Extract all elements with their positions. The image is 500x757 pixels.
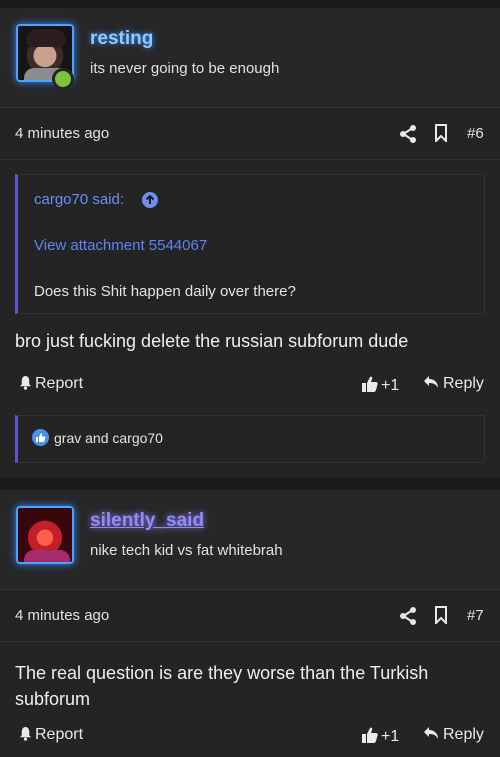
post-meta-row: 4 minutes ago #6 — [0, 108, 500, 160]
bookmark-icon[interactable] — [434, 606, 448, 624]
quote-author[interactable]: cargo70 said: — [34, 191, 124, 208]
like-badge-icon — [32, 429, 49, 446]
reply-icon — [424, 376, 438, 388]
report-label: Report — [35, 726, 84, 743]
bell-icon — [19, 726, 32, 741]
thumbs-up-icon — [362, 376, 378, 392]
online-status-dot — [52, 68, 74, 90]
like-button[interactable]: +1 — [361, 375, 399, 395]
avatar[interactable] — [16, 506, 74, 564]
share-icon[interactable] — [398, 124, 418, 144]
reply-button[interactable]: Reply — [423, 726, 484, 744]
quote-block: cargo70 said: View attachment 5544067 Do… — [15, 174, 485, 314]
arrow-up-circle-icon[interactable] — [142, 192, 158, 208]
timestamp[interactable]: 4 minutes ago — [15, 607, 109, 624]
bell-icon — [19, 375, 32, 390]
post-7: silently_said nike tech kid vs fat white… — [0, 490, 500, 757]
post-author-block: resting its never going to be enough — [0, 8, 500, 108]
reply-icon — [424, 727, 438, 739]
report-label: Report — [35, 375, 84, 392]
reply-label: Reply — [443, 726, 484, 743]
reply-button[interactable]: Reply — [423, 375, 484, 393]
report-button[interactable]: Report — [18, 375, 83, 393]
reactions-text: grav and cargo70 — [54, 430, 163, 446]
post-message: bro just fucking delete the russian subf… — [15, 331, 409, 351]
avatar-hair — [26, 29, 66, 47]
quote-text: Does this Shit happen daily over there? — [34, 283, 296, 300]
post-author-block: silently_said nike tech kid vs fat white… — [0, 490, 500, 590]
post-number[interactable]: #6 — [467, 125, 484, 142]
bookmark-icon[interactable] — [434, 124, 448, 142]
like-count: +1 — [381, 377, 400, 394]
report-button[interactable]: Report — [18, 726, 83, 744]
username-link[interactable]: silently_said — [90, 510, 204, 532]
username-link[interactable]: resting — [90, 28, 153, 50]
like-button[interactable]: +1 — [361, 726, 399, 746]
post-meta-row: 4 minutes ago #7 — [0, 590, 500, 642]
post-message: The real question is are they worse than… — [15, 663, 429, 709]
reply-label: Reply — [443, 375, 484, 392]
user-title: its never going to be enough — [90, 60, 280, 77]
share-icon[interactable] — [398, 606, 418, 626]
user-title: nike tech kid vs fat whitebrah — [90, 542, 283, 559]
reactions-bar[interactable]: grav and cargo70 — [15, 415, 485, 463]
timestamp[interactable]: 4 minutes ago — [15, 125, 109, 142]
post-number[interactable]: #7 — [467, 607, 484, 624]
attachment-link[interactable]: View attachment 5544067 — [34, 237, 207, 254]
like-count: +1 — [381, 728, 400, 745]
avatar-shirt — [24, 550, 70, 562]
post-6: resting its never going to be enough 4 m… — [0, 8, 500, 478]
thumbs-up-icon — [362, 727, 378, 743]
